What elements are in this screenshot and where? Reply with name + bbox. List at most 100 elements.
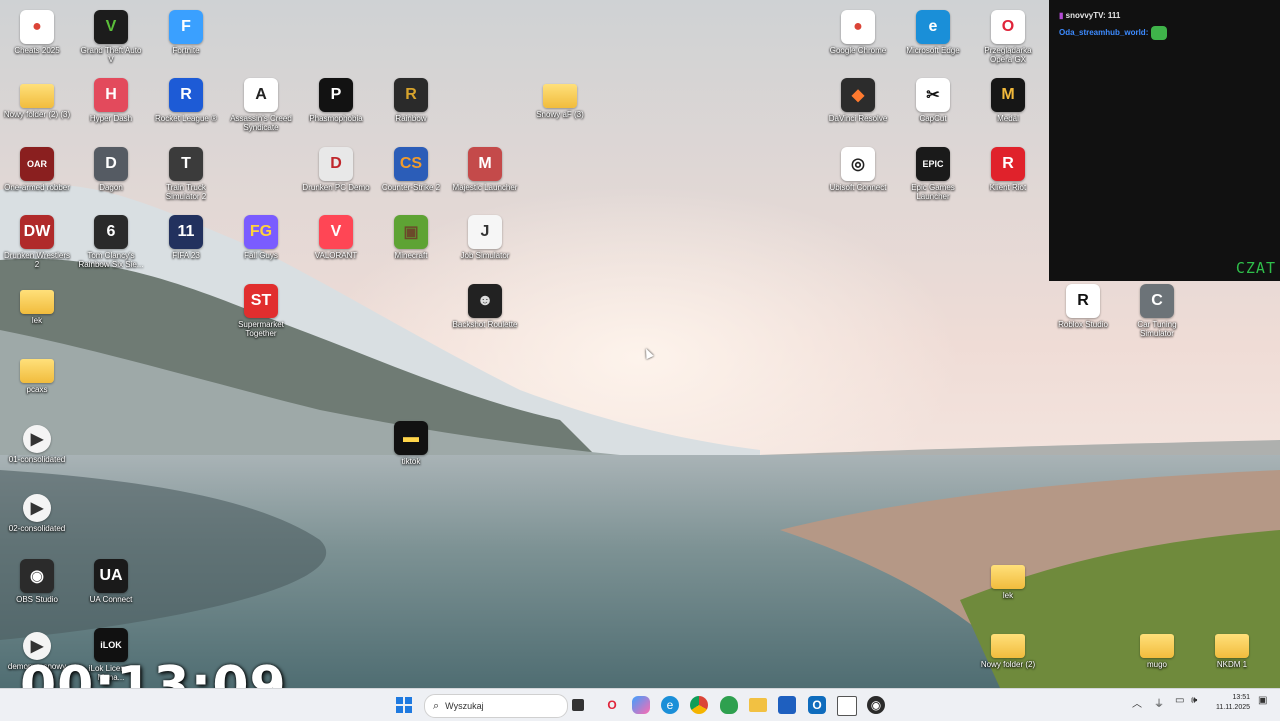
chat-label: CZAT bbox=[1235, 259, 1276, 277]
desktop-icon[interactable]: M Majestic Launcher bbox=[449, 143, 521, 192]
desktop-icon[interactable]: R Rainbow bbox=[375, 74, 447, 123]
desktop-icon[interactable]: V Grand Theft Auto V bbox=[75, 6, 147, 64]
desktop-icon[interactable]: 6 Tom Clancy's Rainbow Six Sie... bbox=[75, 211, 147, 269]
taskbar-app-file-explorer[interactable] bbox=[749, 698, 767, 712]
desktop-icon[interactable]: ▬ tiktok bbox=[375, 417, 447, 466]
desktop-icon[interactable]: R Rocket League ® bbox=[150, 74, 222, 123]
app-icon: ▬ bbox=[394, 421, 428, 455]
taskbar-search-box[interactable]: ⌕ Wyszukaj bbox=[424, 694, 568, 718]
tray-overflow-icon[interactable]: ︿ bbox=[1132, 695, 1142, 710]
desktop-icon[interactable]: NKDM 1 bbox=[1196, 624, 1268, 669]
desktop-icon-label: mugo bbox=[1146, 660, 1167, 669]
taskbar-clock[interactable]: 13:51 11.11.2025 bbox=[1206, 693, 1250, 713]
app-icon: R bbox=[394, 78, 428, 112]
app-icon: OAR bbox=[20, 147, 54, 181]
desktop-icon-label: Rocket League ® bbox=[155, 114, 217, 123]
taskbar-app-store[interactable] bbox=[778, 696, 796, 714]
start-button[interactable] bbox=[395, 696, 413, 714]
desktop-icon[interactable]: A Assassin's Creed Syndicate bbox=[225, 74, 297, 132]
desktop-icon[interactable]: ◆ DaVinci Resolve bbox=[822, 74, 894, 123]
app-icon: T bbox=[169, 147, 203, 181]
taskbar-app-chrome[interactable] bbox=[690, 696, 708, 714]
desktop-icon[interactable]: e Microsoft Edge bbox=[897, 6, 969, 55]
desktop-icon[interactable]: 11 FIFA 23 bbox=[150, 211, 222, 260]
folder-icon bbox=[20, 359, 54, 383]
desktop-icon[interactable]: O Przeglądarka Opera GX bbox=[972, 6, 1044, 64]
taskbar-app-obs[interactable]: ◉ bbox=[867, 696, 885, 714]
desktop-icon[interactable]: ◎ Ubisoft Connect bbox=[822, 143, 894, 192]
taskbar-app-opera-gx[interactable]: O bbox=[603, 696, 621, 714]
desktop-icon[interactable]: M Medal bbox=[972, 74, 1044, 123]
desktop-icon-label: 02-consolidated bbox=[8, 524, 66, 533]
windows-logo-icon bbox=[396, 697, 412, 713]
desktop-icon[interactable]: lek bbox=[1, 280, 73, 325]
desktop-icon[interactable]: mugo bbox=[1121, 624, 1193, 669]
taskbar-app-copilot[interactable] bbox=[632, 696, 650, 714]
desktop-icon[interactable]: F Fortnite bbox=[150, 6, 222, 55]
desktop-icon[interactable]: P Phasmophobia bbox=[300, 74, 372, 123]
desktop-icon[interactable]: DW Drunken Wrestlers 2 bbox=[1, 211, 73, 269]
desktop-icon[interactable]: UA UA Connect bbox=[75, 555, 147, 604]
app-icon: ● bbox=[841, 10, 875, 44]
desktop-icon[interactable]: J Job Simulator bbox=[449, 211, 521, 260]
taskbar-app-outlook[interactable]: O bbox=[808, 696, 826, 714]
desktop-icon-label: Phasmophobia bbox=[309, 114, 363, 123]
app-icon: R bbox=[1066, 284, 1100, 318]
app-icon: F bbox=[169, 10, 203, 44]
desktop-icon[interactable]: ● Google Chrome bbox=[822, 6, 894, 55]
notification-icon[interactable]: ▣ bbox=[1258, 695, 1267, 706]
desktop-icon[interactable]: FG Fall Guys bbox=[225, 211, 297, 260]
desktop-icon-label: Backshot Roulette bbox=[452, 320, 518, 329]
desktop-icon[interactable]: lek bbox=[972, 555, 1044, 600]
desktop-icon[interactable]: EPIC Epic Games Launcher bbox=[897, 143, 969, 201]
desktop-icon[interactable]: pcaxs bbox=[1, 349, 73, 394]
taskbar-app-terminal[interactable] bbox=[837, 696, 857, 716]
desktop-icon[interactable]: ST Supermarket Together bbox=[225, 280, 297, 338]
app-icon: O bbox=[991, 10, 1025, 44]
desktop-icon[interactable]: R Klient Riot bbox=[972, 143, 1044, 192]
taskbar-app-brave[interactable] bbox=[720, 696, 738, 714]
desktop-icon[interactable]: ▶ 02-consolidated bbox=[1, 486, 73, 533]
desktop-icon[interactable]: H Hyper Dash bbox=[75, 74, 147, 123]
desktop-icon-label: OBS Studio bbox=[16, 595, 58, 604]
chat-username: snovvyTV bbox=[1065, 11, 1103, 20]
desktop-icon-label: Rainbow bbox=[395, 114, 427, 123]
desktop-icon[interactable]: ▣ Minecraft bbox=[375, 211, 447, 260]
desktop-icon[interactable]: ● Cheats 2025 bbox=[1, 6, 73, 55]
desktop-icon-label: Job Simulator bbox=[460, 251, 510, 260]
app-icon: ✂ bbox=[916, 78, 950, 112]
app-icon: M bbox=[468, 147, 502, 181]
desktop-icon[interactable]: Nowy folder (2) (3) bbox=[1, 74, 73, 119]
network-icon[interactable]: ▭ bbox=[1175, 695, 1184, 706]
desktop-icon[interactable]: R Roblox Studio bbox=[1047, 280, 1119, 329]
desktop-icon-label: Train Truck Simulator 2 bbox=[165, 183, 207, 201]
app-icon: ◎ bbox=[841, 147, 875, 181]
usb-icon[interactable]: ⏚ bbox=[1154, 695, 1164, 710]
desktop-icon[interactable]: ☻ Backshot Roulette bbox=[449, 280, 521, 329]
desktop-icon[interactable]: C Car Tuning Simulator bbox=[1121, 280, 1193, 338]
search-placeholder: Wyszukaj bbox=[445, 701, 484, 711]
chat-username: Oda_streamhub_world bbox=[1059, 28, 1146, 38]
desktop-icon-label: Majestic Launcher bbox=[452, 183, 518, 192]
desktop-icon[interactable]: OAR One-armed robber bbox=[1, 143, 73, 192]
volume-icon[interactable]: 🕪 bbox=[1191, 695, 1197, 706]
video-file-icon: ▶ bbox=[23, 425, 51, 453]
desktop-icon[interactable]: D Drunken PC Demo bbox=[300, 143, 372, 192]
desktop-icon[interactable]: ✂ CapCut bbox=[897, 74, 969, 123]
folder-icon bbox=[1140, 634, 1174, 658]
taskbar-app-edge[interactable]: e bbox=[661, 696, 679, 714]
desktop-icon[interactable]: T Train Truck Simulator 2 bbox=[150, 143, 222, 201]
desktop-icon-label: Microsoft Edge bbox=[906, 46, 960, 55]
app-icon: ST bbox=[244, 284, 278, 318]
desktop-icon[interactable]: ◉ OBS Studio bbox=[1, 555, 73, 604]
task-view-button[interactable] bbox=[572, 699, 584, 711]
desktop-icon[interactable]: CS Counter-Strike 2 bbox=[375, 143, 447, 192]
desktop-icon[interactable]: V VALORANT bbox=[300, 211, 372, 260]
desktop-icon-label: One-armed robber bbox=[4, 183, 70, 192]
desktop-icon-label: tiktok bbox=[401, 457, 421, 466]
desktop-icon[interactable]: Snowy aF (3) bbox=[524, 74, 596, 119]
desktop-icon[interactable]: D Dagon bbox=[75, 143, 147, 192]
folder-icon bbox=[20, 290, 54, 314]
desktop-icon[interactable]: ▶ 01-consolidated bbox=[1, 417, 73, 464]
desktop-icon[interactable]: Nowy folder (2) bbox=[972, 624, 1044, 669]
